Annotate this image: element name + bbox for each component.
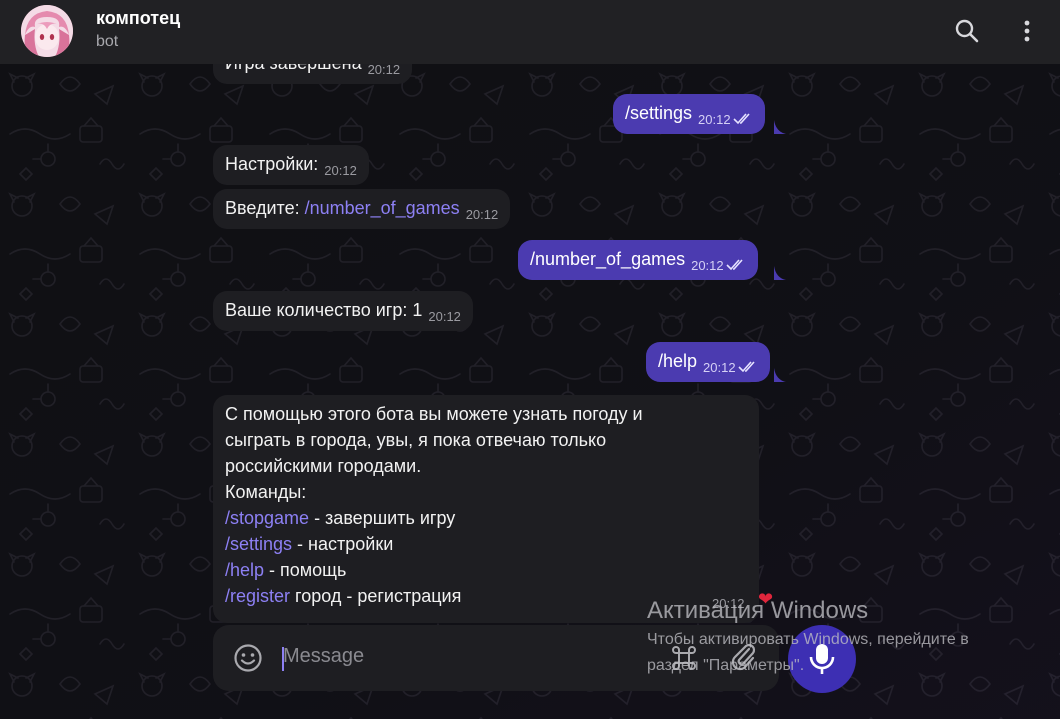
avatar[interactable] — [21, 5, 73, 57]
message-text: /settings — [625, 103, 693, 123]
emoji-icon[interactable] — [232, 642, 264, 674]
command-row: /settings - настройки — [225, 531, 747, 557]
message-time: 20:12 — [428, 309, 461, 324]
message-line: российскими городами. — [225, 456, 422, 476]
command-link[interactable]: /number_of_games — [305, 198, 460, 218]
message-text: Настройки: — [225, 154, 319, 174]
message-outgoing[interactable]: /help 20:12 — [646, 342, 770, 382]
message-text: Ваше количество игр: 1 — [225, 300, 423, 320]
chat-subtitle: bot — [96, 33, 119, 50]
message-incoming-help[interactable]: С помощью этого бота вы можете узнать по… — [213, 395, 759, 623]
double-check-icon — [733, 113, 750, 125]
command-desc: - помощь — [264, 560, 347, 580]
message-text: /help — [658, 351, 698, 371]
command-desc: - завершить игру — [309, 508, 456, 528]
windows-activation-text: раздел "Параметры". — [647, 657, 805, 674]
message-time: 20:12 — [367, 62, 401, 77]
message-time: 20:12 — [691, 258, 724, 273]
command-desc: - настройки — [292, 534, 394, 554]
message-time: 20:12 — [465, 207, 499, 222]
message-line: С помощью этого бота вы можете узнать по… — [225, 404, 643, 424]
message-outgoing[interactable]: /settings 20:12 — [613, 94, 765, 134]
bubble-tail — [774, 120, 786, 134]
chat-header: компотец bot — [0, 0, 1060, 64]
message-incoming[interactable]: Настройки: 20:12 — [213, 145, 369, 185]
message-line: Команды: — [225, 482, 307, 502]
message-time: 20:12 — [324, 163, 357, 178]
message-time: 20:12 — [698, 112, 731, 127]
double-check-icon — [738, 361, 755, 373]
windows-activation-text: Чтобы активировать Windows, перейдите в — [647, 631, 969, 648]
message-outgoing[interactable]: /number_of_games 20:12 — [518, 240, 758, 280]
command-link[interactable]: /register — [225, 586, 290, 606]
message-incoming[interactable]: Ваше количество игр: 1 20:12 — [213, 291, 473, 331]
command-link[interactable]: /settings — [225, 534, 292, 554]
message-time: 20:12 — [703, 360, 736, 375]
search-icon[interactable] — [952, 16, 982, 46]
chat-title[interactable]: компотец — [96, 8, 180, 29]
command-row: /stopgame - завершить игру — [225, 505, 747, 531]
message-line: сыграть в города, увы, я пока отвечаю то… — [225, 430, 607, 450]
double-check-icon — [726, 259, 743, 271]
command-row: /help - помощь — [225, 557, 747, 583]
message-text: /number_of_games — [530, 249, 686, 269]
windows-activation-title: Активация Windows — [647, 597, 869, 624]
command-desc: город - регистрация — [290, 586, 462, 606]
bubble-tail — [774, 368, 786, 382]
more-vert-icon[interactable] — [1012, 16, 1042, 46]
command-link[interactable]: /help — [225, 560, 264, 580]
message-text: Введите: — [225, 198, 305, 218]
message-incoming[interactable]: Введите: /number_of_games 20:12 — [213, 189, 511, 229]
command-link[interactable]: /stopgame — [225, 508, 309, 528]
message-input[interactable]: Message — [283, 645, 364, 668]
bubble-tail — [774, 266, 786, 280]
